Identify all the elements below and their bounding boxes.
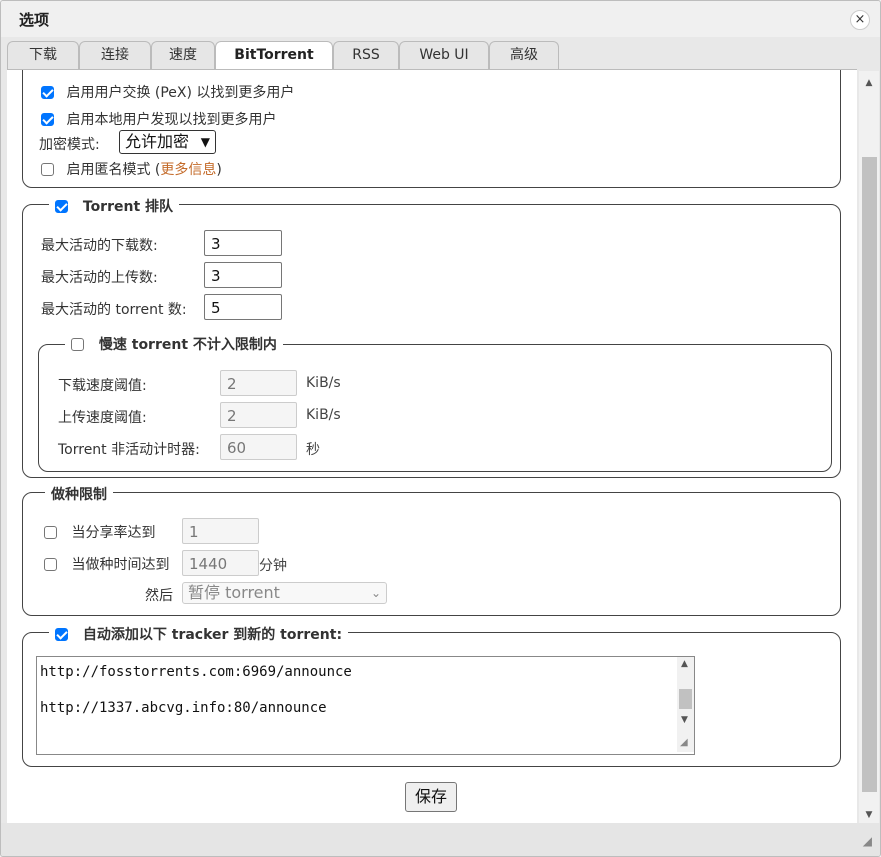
lsd-option[interactable]: 启用本地用户发现以找到更多用户 [41, 109, 276, 129]
max-torrents-input[interactable]: 5 [204, 294, 282, 320]
seed-time-checkbox[interactable] [44, 558, 57, 571]
queueing-legend-label: Torrent 排队 [82, 199, 174, 215]
pex-checkbox[interactable] [41, 86, 54, 99]
max-downloads-input[interactable]: 3 [204, 230, 282, 256]
lsd-label: 启用本地用户发现以找到更多用户 [66, 112, 277, 128]
seed-time-unit: 分钟 [259, 558, 287, 574]
more-info-link[interactable]: 更多信息 [160, 162, 216, 178]
chevron-down-icon: ⌄ [370, 586, 381, 600]
queueing-legend[interactable]: Torrent 排队 [49, 196, 180, 216]
tracker-line: http://1337.abcvg.info:80/announce [40, 700, 327, 716]
dl-threshold-label: 下载速度阈值: [58, 378, 147, 394]
dialog-footer: ◢ [1, 823, 880, 856]
anonymous-label: 启用匿名模式 ( [66, 162, 161, 178]
title-bar: 选项 × [1, 1, 880, 37]
save-button[interactable]: 保存 [405, 782, 457, 812]
then-label: 然后 [145, 588, 173, 604]
ul-threshold-unit: KiB/s [306, 407, 341, 423]
tab-rss[interactable]: RSS [333, 41, 399, 70]
anonymous-suffix: ) [216, 162, 222, 178]
tab-connection[interactable]: 连接 [79, 41, 151, 70]
trackers-checkbox[interactable] [55, 628, 68, 641]
max-uploads-input[interactable]: 3 [204, 262, 282, 288]
tab-bittorrent[interactable]: BitTorrent [215, 41, 333, 72]
resize-grip-icon[interactable]: ◢ [863, 834, 872, 848]
encryption-label: 加密模式: [39, 137, 100, 153]
lsd-checkbox[interactable] [41, 113, 54, 126]
pex-label: 启用用户交换 (PeX) 以找到更多用户 [66, 85, 295, 101]
ul-threshold-label: 上传速度阈值: [58, 410, 147, 426]
ratio-label: 当分享率达到 [71, 525, 156, 541]
seed-time-option[interactable]: 当做种时间达到 [44, 554, 169, 574]
scroll-down-icon[interactable]: ▼ [859, 807, 879, 823]
seed-time-label: 当做种时间达到 [71, 557, 170, 573]
tab-downloads[interactable]: 下载 [7, 41, 79, 70]
inactive-timer-label: Torrent 非活动计时器: [58, 442, 200, 458]
ratio-checkbox[interactable] [44, 526, 57, 539]
tab-speed[interactable]: 速度 [151, 41, 215, 70]
tracker-line: http://fosstorrents.com:6969/announce [40, 664, 352, 680]
max-torrents-label: 最大活动的 torrent 数: [41, 302, 187, 318]
max-uploads-label: 最大活动的上传数: [41, 270, 158, 286]
dialog-title: 选项 [19, 11, 50, 29]
ratio-input[interactable]: 1 [182, 518, 259, 544]
slow-torrents-legend[interactable]: 慢速 torrent 不计入限制内 [65, 334, 283, 354]
seed-time-input[interactable]: 1440 [182, 550, 259, 576]
slow-torrents-checkbox[interactable] [71, 338, 84, 351]
slow-torrents-legend-label: 慢速 torrent 不计入限制内 [98, 337, 277, 353]
pex-option[interactable]: 启用用户交换 (PeX) 以找到更多用户 [41, 82, 294, 102]
tab-webui[interactable]: Web UI [399, 41, 489, 70]
trackers-legend-label: 自动添加以下 tracker 到新的 torrent: [82, 627, 343, 643]
queueing-checkbox[interactable] [55, 200, 68, 213]
options-content: 启用用户交换 (PeX) 以找到更多用户 启用本地用户发现以找到更多用户 加密模… [7, 69, 857, 824]
textarea-scrollbar[interactable]: ▲ ▼ ◢ [677, 657, 694, 752]
textarea-scroll-thumb[interactable] [679, 689, 692, 709]
encryption-select[interactable]: 允许加密 ▼ [119, 130, 216, 154]
options-dialog: 选项 × 下载 连接 速度 BitTorrent RSS Web UI 高级 启… [0, 0, 881, 857]
then-action-value: 暂停 torrent [188, 583, 280, 602]
scroll-up-icon[interactable]: ▲ [859, 75, 879, 91]
scroll-up-icon[interactable]: ▲ [681, 659, 688, 669]
trackers-textarea[interactable]: http://fosstorrents.com:6969/announce ht… [36, 656, 695, 755]
trackers-legend[interactable]: 自动添加以下 tracker 到新的 torrent: [49, 624, 349, 644]
resize-grip-icon[interactable]: ◢ [680, 737, 688, 748]
dl-threshold-unit: KiB/s [306, 375, 341, 391]
tab-advanced[interactable]: 高级 [489, 41, 559, 70]
close-icon[interactable]: × [850, 10, 870, 30]
dl-threshold-input[interactable]: 2 [220, 370, 297, 396]
ratio-option[interactable]: 当分享率达到 [44, 522, 155, 542]
content-scrollbar[interactable]: ▲ ▼ [859, 71, 879, 823]
chevron-down-icon: ▼ [200, 135, 210, 149]
inactive-timer-unit: 秒 [306, 442, 320, 458]
seeding-legend: 做种限制 [45, 484, 113, 504]
anonymous-checkbox[interactable] [41, 163, 54, 176]
max-downloads-label: 最大活动的下载数: [41, 238, 158, 254]
encryption-value: 允许加密 [125, 132, 190, 151]
inactive-timer-input[interactable]: 60 [220, 434, 297, 460]
ul-threshold-input[interactable]: 2 [220, 402, 297, 428]
anonymous-option[interactable]: 启用匿名模式 (更多信息) [41, 159, 222, 179]
then-action-select[interactable]: 暂停 torrent ⌄ [182, 582, 387, 604]
scroll-thumb[interactable] [862, 157, 877, 792]
scroll-down-icon[interactable]: ▼ [681, 715, 688, 725]
